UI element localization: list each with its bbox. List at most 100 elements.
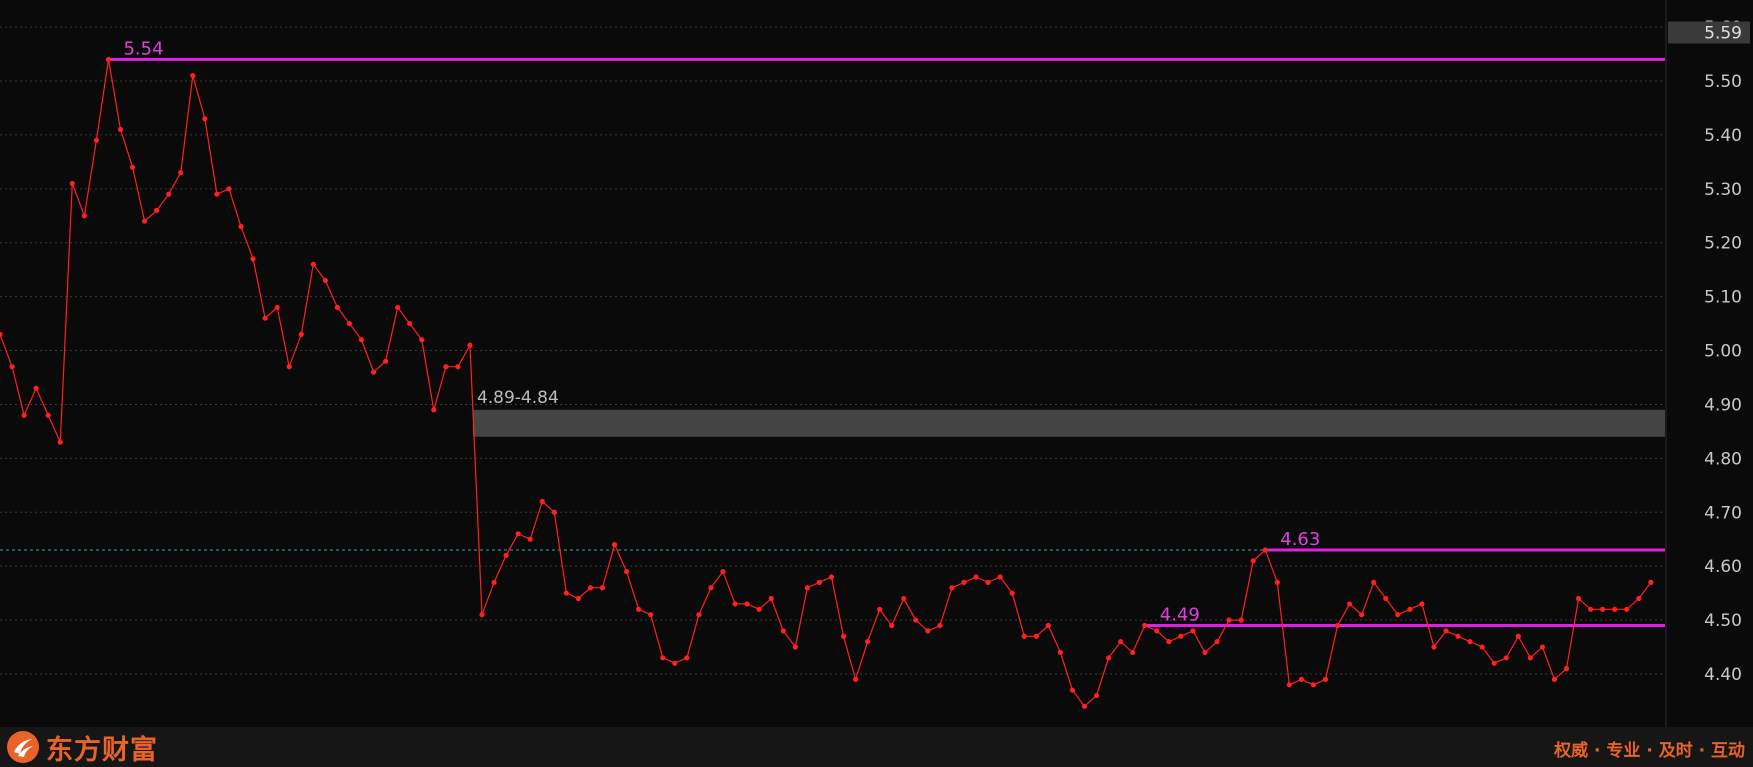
price-point: [563, 590, 569, 596]
current-price-label: 5.59: [1704, 23, 1742, 43]
y-tick-label: 4.80: [1704, 449, 1742, 469]
price-point: [1214, 639, 1220, 645]
price-point: [322, 277, 328, 284]
price-point: [142, 218, 148, 224]
price-point: [1274, 579, 1280, 585]
price-line: [0, 59, 1652, 708]
price-point: [334, 304, 340, 311]
footer-bar: 东方财富 权威 · 专业 · 及时 · 互动: [0, 727, 1753, 767]
price-point: [383, 358, 389, 364]
price-point: [1624, 606, 1630, 612]
price-point: [1395, 612, 1401, 618]
price-point: [1057, 649, 1063, 656]
price-point: [1021, 633, 1027, 639]
price-point: [539, 498, 545, 505]
brand-slogan: 权威 · 专业 · 及时 · 互动: [1554, 741, 1745, 761]
y-tick-label: 5.40: [1704, 126, 1742, 146]
price-point: [1527, 655, 1533, 661]
price-point: [419, 337, 425, 343]
price-point: [804, 585, 810, 591]
price-point: [1503, 655, 1509, 661]
price-point: [69, 180, 75, 187]
price-point: [455, 364, 461, 370]
price-point: [129, 164, 136, 170]
price-point: [310, 261, 316, 267]
price-point: [1347, 601, 1353, 607]
price-point: [1431, 644, 1437, 650]
price-point: [1612, 606, 1618, 612]
price-point: [1178, 633, 1184, 639]
y-tick-label: 5.00: [1704, 342, 1742, 362]
price-point: [1455, 633, 1461, 639]
price-point: [1202, 649, 1208, 656]
price-point: [1250, 558, 1256, 564]
price-point: [865, 639, 871, 645]
price-point: [1154, 628, 1160, 634]
price-point: [515, 531, 521, 537]
price-point: [1419, 601, 1425, 607]
price-point: [370, 369, 377, 375]
price-point: [479, 612, 485, 618]
price-chart: 4.89-4.84 5.544.634.49 5.605.505.405.305…: [0, 0, 1753, 767]
price-point: [443, 364, 449, 370]
price-point: [551, 509, 557, 515]
price-zone: [472, 409, 1666, 437]
price-point: [1383, 595, 1389, 602]
price-point: [298, 331, 304, 337]
y-tick-label: 5.10: [1704, 288, 1742, 308]
price-point: [1551, 676, 1558, 682]
price-point: [154, 207, 160, 213]
price-point: [648, 612, 654, 618]
price-point: [1081, 703, 1088, 709]
price-point: [840, 633, 847, 639]
price-point: [286, 364, 292, 370]
y-tick-label: 4.60: [1704, 557, 1742, 577]
price-point: [816, 579, 823, 585]
price-point: [624, 568, 630, 575]
price-point: [660, 655, 666, 661]
price-point: [1600, 606, 1606, 612]
price-point: [1334, 622, 1341, 629]
price-point: [1407, 606, 1413, 612]
price-point: [973, 574, 979, 580]
price-point: [1166, 639, 1172, 645]
price-point: [1142, 622, 1148, 629]
price-point: [877, 606, 883, 612]
price-point: [1130, 649, 1136, 656]
price-point: [1310, 682, 1317, 688]
price-point: [937, 622, 943, 629]
price-point: [395, 304, 401, 311]
price-point: [852, 676, 859, 682]
y-tick-label: 4.70: [1704, 503, 1742, 523]
price-point: [997, 574, 1003, 580]
price-point: [1588, 606, 1594, 612]
price-point: [431, 407, 437, 413]
price-point: [274, 304, 280, 311]
price-point: [1322, 676, 1329, 682]
price-point: [1093, 692, 1100, 699]
y-tick-label: 4.50: [1704, 611, 1742, 631]
price-point: [756, 606, 762, 612]
price-point: [696, 612, 702, 618]
price-point: [1563, 666, 1570, 672]
price-point: [1575, 595, 1582, 602]
price-point: [672, 660, 678, 666]
price-point: [93, 137, 99, 143]
price-point: [1238, 617, 1244, 623]
price-point: [117, 126, 124, 133]
price-point: [105, 56, 112, 63]
y-tick-label: 5.30: [1704, 180, 1742, 200]
y-tick-label: 4.90: [1704, 395, 1742, 415]
price-point: [1226, 617, 1232, 623]
price-point: [1069, 687, 1076, 693]
price-point: [262, 315, 268, 321]
price-point: [961, 579, 967, 585]
eastmoney-logo-icon: [7, 731, 39, 763]
price-point: [21, 412, 27, 418]
price-point: [611, 542, 618, 548]
price-point: [178, 170, 184, 176]
price-point: [1443, 628, 1449, 634]
price-point: [1648, 579, 1654, 585]
price-point: [684, 655, 690, 661]
brand-logo[interactable]: 东方财富: [6, 731, 158, 766]
